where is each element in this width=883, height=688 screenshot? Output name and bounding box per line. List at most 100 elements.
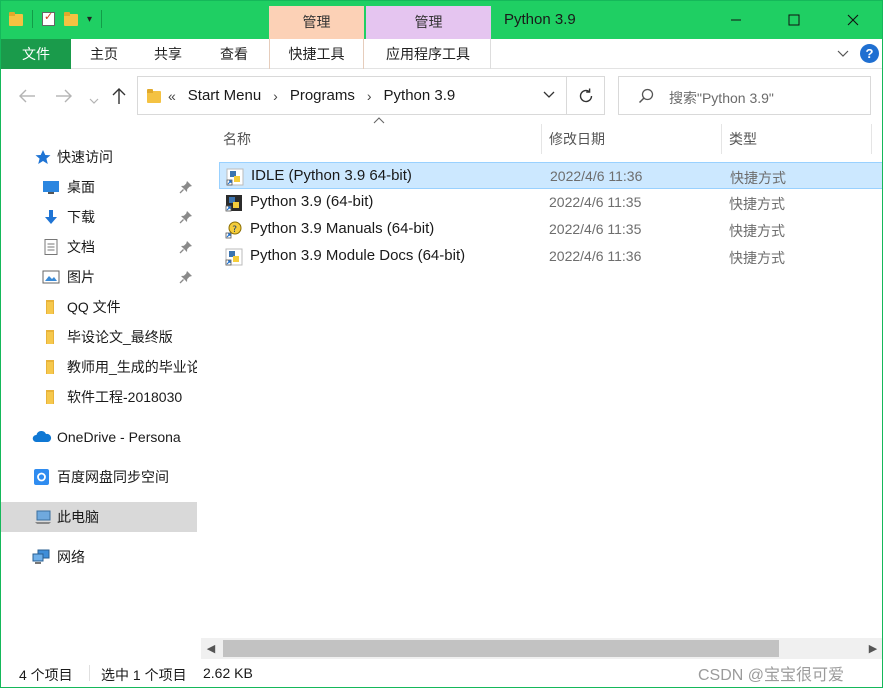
sidebar-item-software-engineering[interactable]: 软件工程-2018030 <box>1 382 197 412</box>
tab-shortcut-tools[interactable]: 快捷工具 <box>269 39 364 69</box>
sidebar-item-this-pc[interactable]: 此电脑 <box>1 502 197 532</box>
sidebar-item-onedrive[interactable]: OneDrive - Persona <box>1 422 197 452</box>
file-row-python[interactable]: Python 3.9 (64-bit) 2022/4/6 11:35 快捷方式 <box>219 189 882 216</box>
navigation-pane: 快速访问 桌面 下载 文档 图片 QQ 文件 毕设论文_最终版 教师用_生成的毕… <box>1 122 201 637</box>
tab-share[interactable]: 共享 <box>145 39 191 69</box>
sidebar-item-network[interactable]: 网络 <box>1 542 197 572</box>
quick-access-toolbar: ▾ <box>9 10 103 28</box>
scroll-right-icon[interactable]: ▶ <box>865 641 881 657</box>
customize-toolbar-icon[interactable]: ▾ <box>87 14 92 25</box>
folder-icon <box>9 12 23 26</box>
up-arrow-icon[interactable] <box>112 87 126 110</box>
scrollbar-thumb[interactable] <box>223 640 779 657</box>
sidebar-item-quick-access[interactable]: 快速访问 <box>1 142 197 172</box>
file-name: IDLE (Python 3.9 64-bit) <box>251 167 412 184</box>
chevron-down-icon[interactable] <box>542 87 556 101</box>
sidebar-item-label: OneDrive - Persona <box>57 429 181 445</box>
explorer-window: ▾ 管理 管理 Python 3.9 文件 主页 共享 查看 快捷工具 应用程序… <box>0 0 883 688</box>
python-console-icon <box>225 195 242 212</box>
breadcrumb-start-menu[interactable]: Start Menu <box>188 87 261 104</box>
pin-icon[interactable] <box>179 270 193 284</box>
close-button[interactable] <box>830 1 876 39</box>
python-shortcut-icon <box>226 168 244 186</box>
file-type: 快捷方式 <box>729 250 785 266</box>
maximize-button[interactable] <box>771 1 817 39</box>
search-input[interactable]: 搜索"Python 3.9" <box>669 88 774 108</box>
forward-arrow-icon[interactable] <box>55 87 73 108</box>
sidebar-item-label: QQ 文件 <box>67 299 121 315</box>
properties-icon[interactable] <box>42 10 55 26</box>
toolbar-divider <box>101 10 103 28</box>
file-row-idle[interactable]: IDLE (Python 3.9 64-bit) 2022/4/6 11:36 … <box>219 162 882 189</box>
sidebar-item-teacher-thesis[interactable]: 教师用_生成的毕业论 <box>1 352 197 382</box>
context-tab-manage-app[interactable]: 管理 <box>366 6 491 39</box>
sort-ascending-icon <box>373 117 385 124</box>
chevron-right-icon[interactable]: › <box>367 88 372 104</box>
sidebar-item-thesis-final[interactable]: 毕设论文_最终版 <box>1 322 197 352</box>
column-divider[interactable] <box>871 124 872 154</box>
pin-icon[interactable] <box>179 180 193 194</box>
title-bar: ▾ 管理 管理 Python 3.9 <box>1 1 882 39</box>
cloud-icon <box>32 430 52 442</box>
sidebar-item-pictures[interactable]: 图片 <box>1 262 197 292</box>
search-box[interactable]: 搜索"Python 3.9" <box>618 76 871 115</box>
selection-size: 2.62 KB <box>203 665 253 681</box>
breadcrumb-programs[interactable]: Programs <box>290 87 355 104</box>
sidebar-item-desktop[interactable]: 桌面 <box>1 172 197 202</box>
star-icon <box>35 150 51 164</box>
tab-file[interactable]: 文件 <box>1 39 71 69</box>
help-icon[interactable]: ? <box>860 44 879 63</box>
scroll-left-icon[interactable]: ◀ <box>203 641 219 657</box>
tab-application-tools[interactable]: 应用程序工具 <box>366 39 491 69</box>
pin-icon[interactable] <box>179 240 193 254</box>
column-header-type[interactable]: 类型 <box>729 122 757 156</box>
column-header-name[interactable]: 名称 <box>223 122 251 156</box>
file-name: Python 3.9 Module Docs (64-bit) <box>250 247 466 264</box>
python-shortcut-icon <box>225 248 243 266</box>
column-divider[interactable] <box>541 124 542 154</box>
address-bar[interactable]: « Start Menu › Programs › Python 3.9 <box>137 76 567 115</box>
file-row-manuals[interactable]: ? Python 3.9 Manuals (64-bit) 2022/4/6 1… <box>219 216 882 243</box>
sidebar-item-label: 网络 <box>57 549 85 565</box>
file-type: 快捷方式 <box>730 170 786 186</box>
column-header-date[interactable]: 修改日期 <box>549 122 605 156</box>
horizontal-scrollbar[interactable]: ◀ ▶ <box>201 638 882 659</box>
file-row-module-docs[interactable]: Python 3.9 Module Docs (64-bit) 2022/4/6… <box>219 243 882 270</box>
sidebar-item-label: 教师用_生成的毕业论 <box>67 359 197 375</box>
tab-view[interactable]: 查看 <box>209 39 259 69</box>
sidebar-item-documents[interactable]: 文档 <box>1 232 197 262</box>
file-name: Python 3.9 Manuals (64-bit) <box>250 220 435 237</box>
new-folder-icon[interactable] <box>64 12 78 26</box>
folder-icon <box>46 330 54 344</box>
refresh-button[interactable] <box>567 76 605 115</box>
minimize-button[interactable] <box>713 1 759 39</box>
watermark: CSDN @宝宝很可爱 <box>698 667 845 684</box>
minimize-icon <box>731 19 741 21</box>
item-count: 4 个项目 <box>19 667 73 683</box>
download-icon <box>45 210 57 224</box>
file-date: 2022/4/6 11:35 <box>549 194 642 210</box>
column-divider[interactable] <box>721 124 722 154</box>
pin-icon[interactable] <box>179 210 193 224</box>
sidebar-item-label: 下载 <box>67 209 95 225</box>
context-tab-manage-shortcut[interactable]: 管理 <box>269 6 364 39</box>
baidu-netdisk-icon <box>34 469 49 485</box>
sidebar-item-baidu-netdisk[interactable]: 百度网盘同步空间 <box>1 462 197 492</box>
breadcrumb-python[interactable]: Python 3.9 <box>384 87 456 104</box>
sidebar-item-qq-files[interactable]: QQ 文件 <box>1 292 197 322</box>
computer-icon <box>35 510 51 524</box>
overflow-crumb[interactable]: « <box>168 88 176 104</box>
file-date: 2022/4/6 11:36 <box>550 168 643 184</box>
file-list: 名称 修改日期 类型 IDLE (Python 3.9 64-bit) 2022… <box>201 117 882 637</box>
sidebar-item-downloads[interactable]: 下载 <box>1 202 197 232</box>
expand-ribbon-icon[interactable] <box>837 47 849 59</box>
file-date: 2022/4/6 11:35 <box>549 221 642 237</box>
selection-count: 选中 1 个项目 <box>101 667 187 683</box>
close-icon <box>847 14 859 26</box>
recent-locations-icon[interactable] <box>89 89 99 110</box>
back-arrow-icon[interactable] <box>18 87 36 108</box>
chevron-right-icon[interactable]: › <box>273 88 278 104</box>
file-date: 2022/4/6 11:36 <box>549 248 642 264</box>
sidebar-item-label: 此电脑 <box>57 509 99 525</box>
tab-home[interactable]: 主页 <box>81 39 127 69</box>
